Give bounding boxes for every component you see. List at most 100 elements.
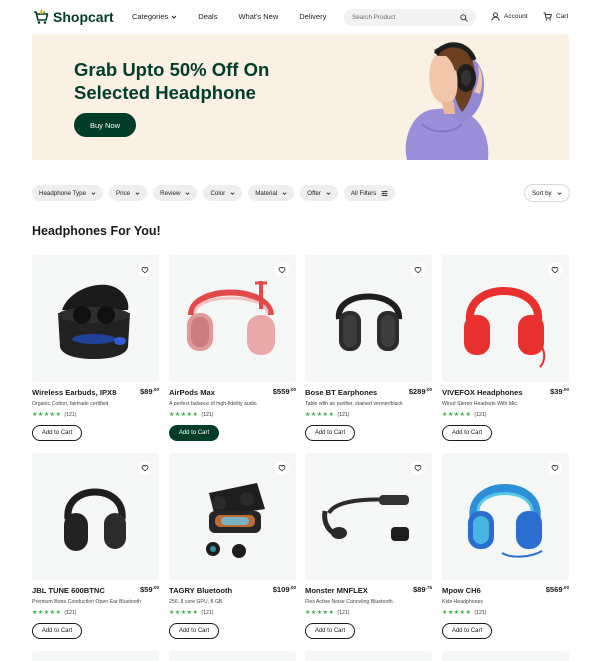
filter-color[interactable]: Color — [203, 185, 243, 201]
brand-name: Shopcart — [53, 8, 114, 25]
filter-label: Material — [255, 189, 278, 197]
product-name[interactable]: Wireless Earbuds, IPX8 — [32, 388, 116, 397]
product-rating: ★★★★★ (121) — [169, 609, 214, 617]
star-rating-icon: ★★★★★ — [169, 610, 199, 616]
heart-icon — [141, 464, 149, 472]
search-bar — [344, 9, 476, 26]
price-cents: .00 — [289, 585, 296, 590]
product-card-partial[interactable] — [32, 651, 159, 661]
filter-review[interactable]: Review — [153, 185, 198, 201]
add-to-cart-button[interactable]: Add to Cart — [442, 425, 492, 441]
price-cents: .00 — [152, 585, 159, 590]
product-name[interactable]: Bose BT Earphones — [305, 388, 377, 397]
account-link[interactable]: Account — [491, 12, 528, 21]
product-description: Premium Bone Conduction Open Ear Bluetoo… — [32, 599, 142, 605]
filter-label: Color — [210, 189, 226, 197]
product-name[interactable]: Monster MNFLEX — [305, 586, 368, 595]
cart-link[interactable]: Cart — [543, 12, 568, 21]
sort-by-dropdown[interactable]: Sort by — [524, 184, 570, 202]
star-rating-icon: ★★★★★ — [442, 412, 472, 418]
heart-icon — [278, 266, 286, 274]
filter-material[interactable]: Material — [248, 185, 295, 201]
add-to-cart-button[interactable]: Add to Cart — [32, 623, 82, 639]
product-card[interactable]: Wireless Earbuds, IPX8 $89.00 Organic Co… — [32, 255, 159, 445]
filter-label: Offer — [307, 189, 321, 197]
add-to-cart-button[interactable]: Add to Cart — [305, 623, 355, 639]
product-card[interactable]: Bose BT Earphones $289.00 Table with air… — [305, 255, 432, 445]
search-input[interactable] — [352, 14, 452, 21]
product-name[interactable]: TAGRY Bluetooth — [169, 586, 232, 595]
star-rating-icon: ★★★★★ — [32, 610, 62, 616]
nav-categories-label: Categories — [132, 12, 169, 21]
star-rating-icon: ★★★★★ — [169, 412, 199, 418]
product-description: 256, 8 core GPU, 8 GB — [169, 599, 223, 605]
product-price: $109.00 — [273, 585, 296, 594]
add-to-cart-button[interactable]: Add to Cart — [442, 623, 492, 639]
product-card-partial[interactable] — [442, 651, 569, 661]
review-count: (121) — [201, 411, 214, 418]
product-description: Kids Headphones — [442, 599, 483, 605]
favorite-button[interactable] — [548, 263, 562, 277]
product-description: Table with air purifier, stained venner/… — [305, 401, 403, 407]
product-card-partial[interactable] — [305, 651, 432, 661]
nav-whats-new[interactable]: What's New — [238, 12, 278, 21]
add-to-cart-button[interactable]: Add to Cart — [305, 425, 355, 441]
product-card[interactable]: Mpow CH6 $569.00 Kids Headphones ★★★★★ (1… — [442, 453, 569, 643]
filter-bar: Headphone Type Price Review Color Materi… — [32, 185, 396, 201]
sort-label: Sort by — [532, 189, 552, 197]
product-name[interactable]: AirPods Max — [169, 388, 215, 397]
review-count: (121) — [337, 411, 350, 418]
favorite-button[interactable] — [275, 461, 289, 475]
product-description: Wired Stereo Headsets With Mic — [442, 401, 517, 407]
product-card-partial[interactable] — [169, 651, 296, 661]
add-to-cart-button[interactable]: Add to Cart — [32, 425, 82, 441]
product-name[interactable]: JBL TUNE 600BTNC — [32, 586, 105, 595]
product-card[interactable]: VIVEFOX Headphones $39.00 Wired Stereo H… — [442, 255, 569, 445]
nav-deals[interactable]: Deals — [198, 12, 217, 21]
chevron-down-icon — [171, 15, 177, 19]
brand-logo[interactable]: Shopcart — [32, 8, 114, 25]
heart-icon — [551, 266, 559, 274]
product-price: $289.00 — [409, 387, 432, 396]
product-name[interactable]: Mpow CH6 — [442, 586, 481, 595]
favorite-button[interactable] — [411, 263, 425, 277]
chevron-down-icon — [282, 191, 287, 195]
favorite-button[interactable] — [548, 461, 562, 475]
favorite-button[interactable] — [411, 461, 425, 475]
add-to-cart-button[interactable]: Add to Cart — [169, 425, 219, 441]
product-name[interactable]: VIVEFOX Headphones — [442, 388, 523, 397]
filter-headphone-type[interactable]: Headphone Type — [32, 185, 104, 201]
filter-price[interactable]: Price — [109, 185, 148, 201]
product-card[interactable]: AirPods Max $559.00 A perfect balance of… — [169, 255, 296, 445]
product-price: $89.75 — [413, 585, 432, 594]
product-card[interactable]: TAGRY Bluetooth $109.00 256, 8 core GPU,… — [169, 453, 296, 643]
filter-offer[interactable]: Offer — [300, 185, 338, 201]
filter-label: All Filters — [350, 189, 377, 197]
filter-all[interactable]: All Filters — [343, 185, 396, 201]
product-rating: ★★★★★ (121) — [169, 411, 214, 419]
price-dollars: $289 — [408, 387, 426, 396]
buy-now-button[interactable]: Buy Now — [74, 113, 136, 137]
favorite-button[interactable] — [275, 263, 289, 277]
nav-categories[interactable]: Categories — [132, 12, 177, 21]
promo-banner: Grab Upto 50% Off On Selected Headphone … — [32, 34, 569, 160]
favorite-button[interactable] — [138, 461, 152, 475]
star-rating-icon: ★★★★★ — [305, 412, 335, 418]
chevron-down-icon — [135, 191, 140, 195]
favorite-button[interactable] — [138, 263, 152, 277]
nav-whats-new-label: What's New — [238, 12, 279, 21]
star-rating-icon: ★★★★★ — [305, 610, 335, 616]
product-price: $569.00 — [546, 585, 569, 594]
nav-delivery[interactable]: Delivery — [299, 12, 326, 21]
chevron-down-icon — [557, 191, 562, 195]
product-card[interactable]: JBL TUNE 600BTNC $59.00 Premium Bone Con… — [32, 453, 159, 643]
account-label: Account — [504, 13, 528, 20]
nav-delivery-label: Delivery — [299, 12, 327, 21]
add-to-cart-button[interactable]: Add to Cart — [169, 623, 219, 639]
search-icon[interactable] — [460, 13, 468, 22]
product-rating: ★★★★★ (121) — [442, 411, 487, 419]
price-dollars: $569 — [545, 585, 563, 594]
price-cents: .00 — [562, 585, 569, 590]
product-card[interactable]: Monster MNFLEX $89.75 Flex Active Noise … — [305, 453, 432, 643]
nav-deals-label: Deals — [198, 12, 218, 21]
